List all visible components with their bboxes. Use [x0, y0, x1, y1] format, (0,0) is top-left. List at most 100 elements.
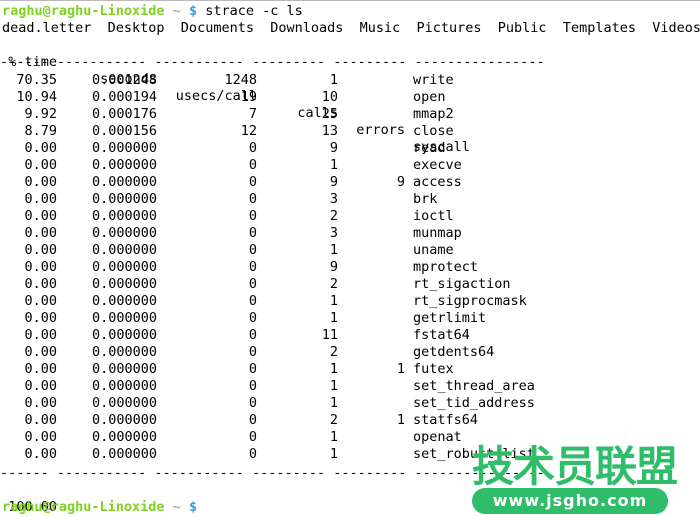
cell-seconds: 0.000000 [65, 395, 157, 412]
cell-usecs-per-call: 0 [165, 378, 257, 395]
table-row: 0.000.00000009mprotect [0, 259, 700, 276]
cell-usecs-per-call: 0 [165, 361, 257, 378]
table-row: 0.000.00000009read [0, 140, 700, 157]
cell-syscall: access [413, 174, 462, 191]
cell-usecs-per-call: 0 [165, 293, 257, 310]
cell-percent-time: 0.00 [0, 140, 57, 157]
cell-seconds: 0.000000 [65, 191, 157, 208]
cell-calls: 1 [265, 293, 338, 310]
cell-percent-time: 0.00 [0, 174, 57, 191]
prompt-symbol: $ [189, 3, 197, 19]
cell-calls: 2 [265, 344, 338, 361]
table-row: 0.000.00000001execve [0, 157, 700, 174]
final-prompt-symbol: $ [189, 499, 197, 515]
cell-seconds: 0.000176 [65, 106, 157, 123]
cell-percent-time: 0.00 [0, 327, 57, 344]
cell-percent-time: 10.94 [0, 89, 57, 106]
cell-seconds: 0.000000 [65, 225, 157, 242]
cell-calls: 1 [265, 378, 338, 395]
table-row: 0.000.000000011futex [0, 361, 700, 378]
cell-usecs-per-call: 0 [165, 344, 257, 361]
cell-percent-time: 0.00 [0, 259, 57, 276]
cell-percent-time: 0.00 [0, 310, 57, 327]
table-row: 0.000.00000001getrlimit [0, 310, 700, 327]
cell-percent-time: 0.00 [0, 293, 57, 310]
cell-seconds: 0.000000 [65, 259, 157, 276]
ls-output-line: dead.letter Desktop Documents Downloads … [2, 20, 700, 37]
cell-percent-time: 0.00 [0, 225, 57, 242]
cell-syscall: munmap [413, 225, 462, 242]
cell-usecs-per-call: 0 [165, 395, 257, 412]
cell-usecs-per-call: 0 [165, 157, 257, 174]
cell-usecs-per-call: 19 [165, 89, 257, 106]
cell-percent-time: 0.00 [0, 157, 57, 174]
cell-calls: 1 [265, 157, 338, 174]
cell-calls: 9 [265, 259, 338, 276]
cell-calls: 3 [265, 191, 338, 208]
cell-calls: 9 [265, 140, 338, 157]
cell-syscall: close [413, 123, 454, 140]
command-prompt-line: raghu@raghu-Linoxide ~ $ strace -c ls [2, 3, 303, 20]
cell-seconds: 0.000000 [65, 157, 157, 174]
cell-seconds: 0.000000 [65, 310, 157, 327]
cell-seconds: 0.000000 [65, 344, 157, 361]
cell-percent-time: 0.00 [0, 446, 57, 463]
cell-percent-time: 8.79 [0, 123, 57, 140]
cell-seconds: 0.000000 [65, 174, 157, 191]
cell-seconds: 0.000000 [65, 208, 157, 225]
table-row: 0.00 0.000000 03 munmap [0, 225, 700, 242]
cell-usecs-per-call: 0 [165, 242, 257, 259]
cell-seconds: 0.000000 [65, 242, 157, 259]
cell-calls: 1 [265, 310, 338, 327]
cell-percent-time: 0.00 [0, 344, 57, 361]
table-row: 0.000.00000001rt_sigprocmask [0, 293, 700, 310]
cell-seconds: 0.000194 [65, 89, 157, 106]
table-total-row: 100.00 0.001774 110 11 total [0, 482, 700, 499]
table-row: 0.000.00000001set_robust_list [0, 446, 700, 463]
cell-seconds: 0.000000 [65, 276, 157, 293]
cell-syscall: read [413, 140, 446, 157]
table-row: 0.000.000000099access [0, 174, 700, 191]
cell-syscall: uname [413, 242, 454, 259]
cell-seconds: 0.000000 [65, 361, 157, 378]
cell-syscall: set_robust_list [413, 446, 535, 463]
cell-percent-time: 0.00 [0, 395, 57, 412]
cell-calls: 3 [265, 225, 338, 242]
cell-calls: 11 [265, 327, 338, 344]
cell-percent-time: 0.00 [0, 276, 57, 293]
cell-calls: 1 [265, 72, 338, 89]
cell-percent-time: 0.00 [0, 412, 57, 429]
cell-usecs-per-call: 12 [165, 123, 257, 140]
cell-usecs-per-call: 7 [165, 106, 257, 123]
cell-syscall: open [413, 89, 446, 106]
prompt-path: ~ [173, 3, 181, 19]
table-row: 8.790.0001561213close [0, 123, 700, 140]
terminal-window[interactable]: raghu@raghu-Linoxide ~ $ strace -c ls de… [0, 0, 700, 517]
cell-seconds: 0.000000 [65, 429, 157, 446]
cell-calls: 9 [265, 174, 338, 191]
table-row: 0.000.00000001set_tid_address [0, 395, 700, 412]
final-prompt-line[interactable]: raghu@raghu-Linoxide ~ $ [2, 499, 197, 516]
command-text: strace -c ls [205, 3, 303, 19]
table-row: 0.000.00000002getdents64 [0, 344, 700, 361]
table-row: 9.920.000176725mmap2 [0, 106, 700, 123]
table-row: 70.350.00124812481write [0, 72, 700, 89]
cell-seconds: 0.000000 [65, 446, 157, 463]
cell-syscall: fstat64 [413, 327, 470, 344]
cell-usecs-per-call: 0 [165, 174, 257, 191]
table-row: 0.000.00000002ioctl [0, 208, 700, 225]
cell-syscall: mmap2 [413, 106, 454, 123]
table-separator-top: ------ ----------- ----------- ---------… [0, 54, 545, 71]
cell-calls: 1 [265, 395, 338, 412]
table-row: 0.000.00000001openat [0, 429, 700, 446]
cell-syscall: set_thread_area [413, 378, 535, 395]
final-prompt-user-host: raghu@raghu-Linoxide [2, 499, 165, 515]
cell-seconds: 0.000000 [65, 378, 157, 395]
table-row: 0.000.000000021statfs64 [0, 412, 700, 429]
table-row: 0.000.000000011fstat64 [0, 327, 700, 344]
cell-usecs-per-call: 0 [165, 225, 257, 242]
cell-seconds: 0.000000 [65, 140, 157, 157]
cell-calls: 10 [265, 89, 338, 106]
cell-syscall: futex [413, 361, 454, 378]
cell-seconds: 0.000000 [65, 293, 157, 310]
